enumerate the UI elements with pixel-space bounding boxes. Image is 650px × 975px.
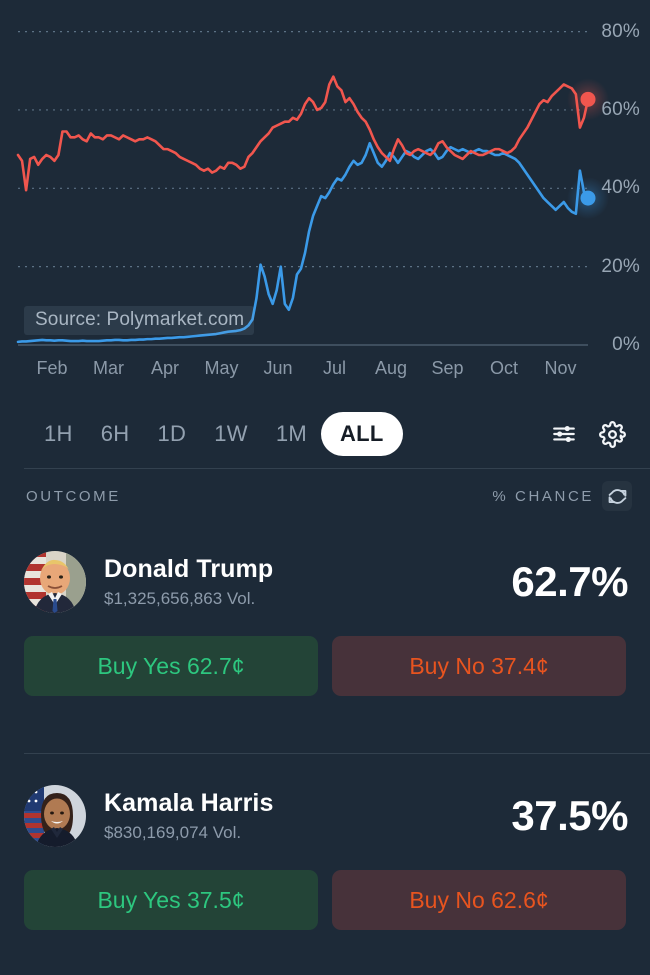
buy-no-button[interactable]: Buy No 37.4¢ bbox=[332, 636, 626, 696]
column-header-chance: % CHANCE bbox=[492, 487, 594, 505]
chart-plot-area[interactable] bbox=[0, 0, 650, 396]
range-option-all[interactable]: ALL bbox=[320, 412, 403, 456]
probability-chart[interactable]: 80% 60% 40% 20% 0% Feb Mar Apr May Jun Jul Aug Sep O… bbox=[0, 0, 650, 396]
candidate-chance: 62.7% bbox=[511, 558, 628, 605]
buy-yes-button[interactable]: Buy Yes 37.5¢ bbox=[24, 870, 318, 930]
candidate-info: Kamala Harris $830,169,074 Vol. bbox=[104, 789, 273, 843]
candidate-name: Donald Trump bbox=[104, 555, 274, 583]
outcome-table-header: OUTCOME % CHANCE bbox=[0, 472, 650, 520]
refresh-icon[interactable] bbox=[602, 481, 632, 511]
candidate-volume: $830,169,074 Vol. bbox=[104, 823, 242, 842]
time-range-options[interactable]: 1H 6H 1D 1W 1M ALL bbox=[30, 412, 403, 456]
toolbar-divider bbox=[24, 468, 650, 469]
outcome-row-trump[interactable]: Donald Trump $1,325,656,863 Vol. 62.7% B… bbox=[0, 540, 650, 696]
range-option-1m[interactable]: 1M bbox=[262, 413, 321, 455]
trump-avatar bbox=[24, 551, 86, 613]
range-option-1h[interactable]: 1H bbox=[30, 413, 87, 455]
candidate-name: Kamala Harris bbox=[104, 789, 274, 817]
range-option-1w[interactable]: 1W bbox=[200, 413, 262, 455]
trade-buttons[interactable]: Buy Yes 37.5¢ Buy No 62.6¢ bbox=[0, 870, 650, 930]
harris-avatar bbox=[24, 785, 86, 847]
column-header-outcome: OUTCOME bbox=[26, 487, 121, 505]
source-watermark: Source: Polymarket.com bbox=[24, 306, 255, 335]
range-option-1d[interactable]: 1D bbox=[143, 413, 200, 455]
candidate-chance: 37.5% bbox=[511, 792, 628, 839]
buy-no-button[interactable]: Buy No 62.6¢ bbox=[332, 870, 626, 930]
outcome-row-harris[interactable]: Kamala Harris $830,169,074 Vol. 37.5% Bu… bbox=[0, 774, 650, 930]
harris-avatar-image bbox=[24, 785, 86, 847]
buy-yes-button[interactable]: Buy Yes 62.7¢ bbox=[24, 636, 318, 696]
trump-endpoint-dot bbox=[580, 91, 596, 107]
candidate-volume: $1,325,656,863 Vol. bbox=[104, 589, 256, 608]
chart-svg bbox=[16, 30, 609, 346]
harris-endpoint-dot bbox=[580, 190, 596, 206]
outcome-row-summary[interactable]: Donald Trump $1,325,656,863 Vol. 62.7% bbox=[0, 540, 650, 624]
sliders-icon[interactable] bbox=[548, 418, 580, 450]
trump-avatar-image bbox=[24, 551, 86, 613]
chart-tool-icons[interactable] bbox=[548, 418, 628, 450]
time-range-toolbar[interactable]: 1H 6H 1D 1W 1M ALL bbox=[0, 400, 650, 468]
outcome-row-summary[interactable]: Kamala Harris $830,169,074 Vol. 37.5% bbox=[0, 774, 650, 858]
chart-gridlines bbox=[18, 30, 588, 268]
trade-buttons[interactable]: Buy Yes 62.7¢ Buy No 37.4¢ bbox=[0, 636, 650, 696]
range-option-6h[interactable]: 6H bbox=[87, 413, 144, 455]
gear-icon[interactable] bbox=[596, 418, 628, 450]
row-divider bbox=[24, 753, 650, 754]
candidate-info: Donald Trump $1,325,656,863 Vol. bbox=[104, 555, 273, 609]
trump-line bbox=[16, 75, 590, 192]
